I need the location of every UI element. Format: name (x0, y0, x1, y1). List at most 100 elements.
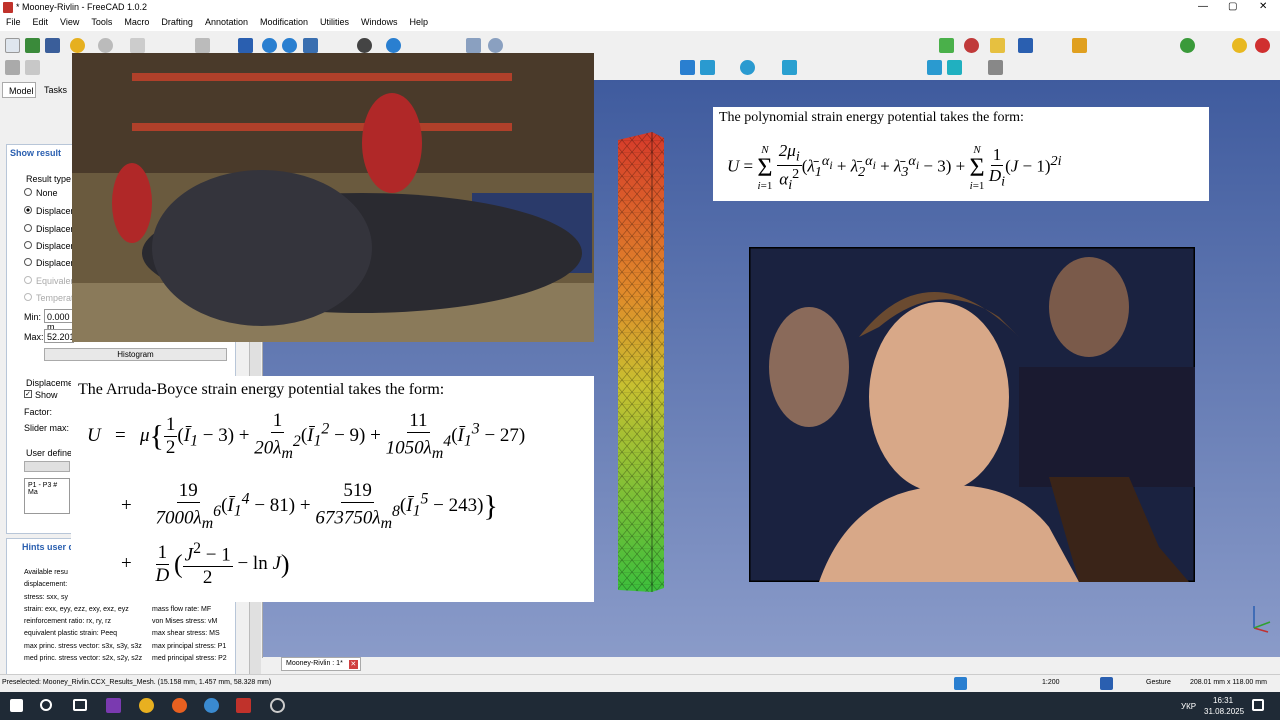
close-tab-icon[interactable]: ✕ (348, 660, 358, 669)
grid-dots-icon[interactable] (988, 60, 1003, 75)
folder-icon[interactable] (25, 60, 40, 75)
document-tab-label: Mooney-Rivlin : 1* (286, 660, 343, 667)
menu-help[interactable]: Help (404, 15, 435, 27)
max-label: Max: (24, 332, 44, 342)
slider-max-label: Slider max: (24, 423, 70, 433)
windows-taskbar: УКР 16:31 31.08.2025 (0, 692, 1280, 720)
min-field[interactable]: 0.000 m (44, 309, 74, 332)
menu-utilities[interactable]: Utilities (314, 15, 355, 27)
menu-file[interactable]: File (0, 15, 27, 27)
tab-model[interactable]: Model (2, 82, 36, 98)
rotate-icon[interactable] (488, 38, 503, 53)
menu-windows[interactable]: Windows (355, 15, 404, 27)
arruda-boyce-equation-line1: U = μ{1 2 (Ī1 − 3) + 1 20λm2 (Ī12 − 9) + 11 1… (87, 410, 526, 463)
app-yellow-icon[interactable] (139, 698, 154, 713)
zoom-icon[interactable] (386, 38, 401, 53)
maximize-button[interactable]: ▢ (1228, 1, 1237, 12)
show-result-text: Show result (10, 148, 62, 158)
menu-macro[interactable]: Macro (118, 15, 155, 27)
arruda-boyce-equation-line3: + 1D (J2 − 12 − ln J) (121, 540, 290, 589)
factor-label: Factor: (24, 407, 53, 417)
fem-mesh-result[interactable] (612, 128, 668, 596)
menu-tools[interactable]: Tools (85, 15, 118, 27)
zoom-fit-icon[interactable] (262, 38, 277, 53)
histogram-button[interactable]: Histogram (44, 348, 227, 361)
part-icon[interactable] (5, 60, 20, 75)
menu-view[interactable]: View (54, 15, 85, 27)
user-expression-text: P1 - P3 # Ma (28, 482, 58, 496)
tab-tasks-label: Tasks (44, 85, 68, 95)
app-purple-icon[interactable] (106, 698, 121, 713)
menu-annotation[interactable]: Annotation (199, 15, 254, 27)
task-view-icon[interactable] (73, 699, 87, 711)
workbench-red-icon[interactable] (964, 38, 979, 53)
view-cube-icon[interactable] (303, 38, 318, 53)
refresh-icon[interactable] (130, 38, 145, 53)
app-blue-icon[interactable] (204, 698, 219, 713)
freecad-taskbar-icon[interactable] (236, 698, 251, 713)
document-tab[interactable]: Mooney-Rivlin : 1* ✕ (281, 657, 361, 671)
user-expression-field[interactable]: P1 - P3 # Ma (24, 478, 70, 514)
navigation-style-dropdown[interactable]: Gesture (1146, 679, 1171, 686)
hint-line: max shear stress: MS (152, 630, 220, 638)
workbench-folder-icon[interactable] (990, 38, 1005, 53)
hint-line: equivalent plastic strain: Peeq (24, 630, 117, 638)
workbench-globe-icon[interactable] (1180, 38, 1195, 53)
search-icon[interactable] (40, 699, 52, 711)
close-button[interactable]: ✕ (1259, 1, 1267, 12)
open-file-icon[interactable] (25, 38, 40, 53)
show-result-title: Show result (10, 148, 61, 158)
tab-model-label: Model (9, 86, 34, 96)
menu-modification[interactable]: Modification (254, 15, 314, 27)
move-icon[interactable] (466, 38, 481, 53)
workbench-sun-icon[interactable] (1232, 38, 1247, 53)
draw-style-icon[interactable] (357, 38, 372, 53)
close-snap-icon[interactable] (782, 60, 797, 75)
arruda-boyce-intro: The Arruda-Boyce strain energy potential… (78, 381, 445, 398)
menu-drafting[interactable]: Drafting (155, 15, 199, 27)
hint-line: reinforcement ratio: rx, ry, rz (24, 618, 112, 626)
hint-line: max principal stress: P1 (152, 642, 227, 650)
minimize-button[interactable]: — (1198, 1, 1208, 12)
tab-tasks[interactable]: Tasks (38, 82, 74, 98)
person-video-frame (749, 247, 1195, 582)
firefox-icon[interactable] (172, 698, 187, 713)
show-checkbox[interactable]: ✓ Show (24, 390, 58, 400)
redo-icon[interactable] (98, 38, 113, 53)
window-title: * Mooney-Rivlin - FreeCAD 1.0.2 (16, 2, 148, 12)
line-tool-icon[interactable] (700, 60, 715, 75)
menu-edit[interactable]: Edit (27, 15, 55, 27)
workbench-stop-icon[interactable] (1255, 38, 1270, 53)
hint-line: max princ. stress vector: s3x, s3y, s3z (24, 642, 142, 650)
notification-icon[interactable] (1252, 699, 1264, 711)
app-gray-icon[interactable] (270, 698, 285, 713)
hint-line: strain: exx, eyy, ezz, exy, exz, eyz (24, 605, 129, 613)
workbench-yellow-icon[interactable] (1072, 38, 1087, 53)
save-icon[interactable] (45, 38, 60, 53)
circle-tool-icon[interactable] (740, 60, 755, 75)
language-indicator[interactable]: УКР (1181, 702, 1196, 711)
title-bar: * Mooney-Rivlin - FreeCAD 1.0.2 — ▢ ✕ (0, 0, 1280, 15)
scale-dropdown[interactable]: 1:200 (1042, 679, 1060, 686)
zoom-select-icon[interactable] (282, 38, 297, 53)
max-field[interactable]: 52.201 (44, 329, 75, 343)
radio-none[interactable]: None (24, 188, 58, 198)
grid-icon[interactable] (927, 60, 942, 75)
lock-view-icon[interactable] (954, 677, 967, 690)
cut-icon[interactable] (195, 38, 210, 53)
clock-date: 31.08.2025 (1204, 707, 1245, 716)
new-file-icon[interactable] (5, 38, 20, 53)
polynomial-intro: The polynomial strain energy potential t… (719, 110, 1024, 125)
workbench-green-icon[interactable] (939, 38, 954, 53)
square-snap-icon[interactable] (947, 60, 962, 75)
menu-bar: File Edit View Tools Macro Drafting Annotation… (0, 15, 1280, 31)
polynomial-formula-panel: The polynomial strain energy potential t… (713, 107, 1209, 201)
undo-icon[interactable] (70, 38, 85, 53)
lock-icon[interactable] (680, 60, 695, 75)
view-style-icon[interactable] (1100, 677, 1113, 690)
select-icon[interactable] (238, 38, 253, 53)
workbench-box-icon[interactable] (1018, 38, 1033, 53)
windows-start-icon[interactable] (10, 699, 23, 712)
calculate-button[interactable] (24, 461, 70, 472)
hint-line: mass flow rate: MF (152, 605, 212, 613)
